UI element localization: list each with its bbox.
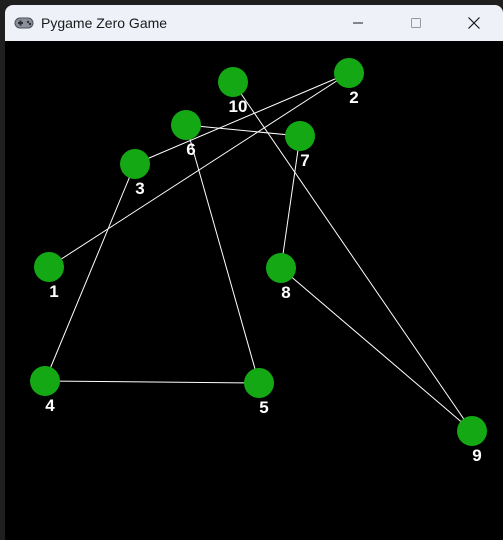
dot-1[interactable]: 1: [34, 252, 64, 301]
dot-7[interactable]: 7: [285, 121, 315, 170]
dot-circle[interactable]: [334, 58, 364, 88]
dot-circle[interactable]: [457, 416, 487, 446]
dot-circle[interactable]: [120, 149, 150, 179]
game-window: Pygame Zero Game 1 2 3 4 5 6 7 8 9 10: [5, 5, 503, 540]
game-canvas[interactable]: 1 2 3 4 5 6 7 8 9 10: [5, 41, 503, 540]
dot-8[interactable]: 8: [266, 253, 296, 302]
dot-circle[interactable]: [285, 121, 315, 151]
dot-circle[interactable]: [30, 366, 60, 396]
minimize-icon: [353, 22, 363, 24]
connection-line: [280, 267, 473, 432]
dot-label: 4: [45, 396, 55, 415]
dot-2[interactable]: 2: [334, 58, 364, 107]
connection-line: [44, 380, 260, 384]
maximize-button[interactable]: [387, 5, 445, 41]
window-title: Pygame Zero Game: [41, 15, 168, 31]
title-bar[interactable]: Pygame Zero Game: [5, 5, 503, 41]
dot-label: 1: [49, 282, 58, 301]
dot-9[interactable]: 9: [457, 416, 487, 465]
dot-label: 2: [349, 88, 358, 107]
dot-circle[interactable]: [266, 253, 296, 283]
dot-label: 5: [259, 398, 268, 417]
dot-label: 8: [281, 283, 290, 302]
maximize-icon: [411, 18, 421, 28]
dot-board: 1 2 3 4 5 6 7 8 9 10: [30, 58, 487, 465]
dot-10[interactable]: 10: [218, 67, 248, 116]
window-controls: [329, 5, 503, 41]
connection-line: [185, 124, 260, 384]
close-icon: [468, 17, 480, 29]
dot-circle[interactable]: [171, 110, 201, 140]
dot-circle[interactable]: [34, 252, 64, 282]
dot-circle[interactable]: [218, 67, 248, 97]
connection-line: [185, 124, 301, 137]
dot-label: 7: [300, 151, 309, 170]
gamepad-icon: [14, 16, 34, 30]
minimize-button[interactable]: [329, 5, 387, 41]
dot-5[interactable]: 5: [244, 368, 274, 417]
dot-label: 10: [229, 97, 248, 116]
close-button[interactable]: [445, 5, 503, 41]
dot-4[interactable]: 4: [30, 366, 60, 415]
dot-3[interactable]: 3: [120, 149, 150, 198]
dot-6[interactable]: 6: [171, 110, 201, 159]
dot-label: 3: [135, 179, 144, 198]
dot-circle[interactable]: [244, 368, 274, 398]
dot-label: 9: [472, 446, 481, 465]
dot-label: 6: [186, 140, 195, 159]
